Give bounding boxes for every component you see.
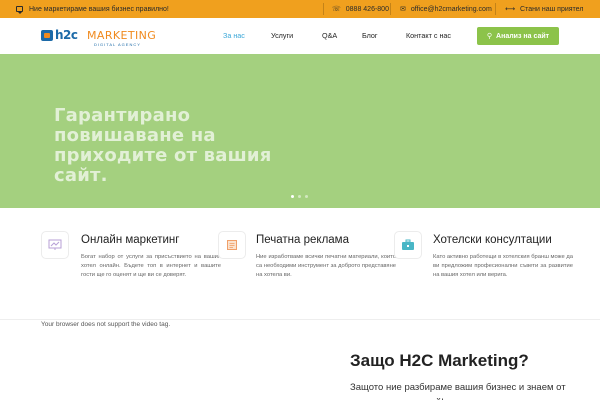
slider-dot[interactable]: [305, 195, 308, 198]
email-contact[interactable]: ✉ office@h2cmarketing.com: [400, 0, 492, 18]
logo-word: MARKETING: [87, 29, 157, 42]
site-analysis-button[interactable]: ⚲ Анализ на сайт: [477, 27, 559, 45]
slider-dots: [291, 195, 308, 198]
hero-slider: Гарантирано повишаване на приходите от в…: [0, 54, 600, 208]
site-header: h2c MARKETING DIGITAL AGENCY За нас Услу…: [0, 18, 600, 54]
slider-dot[interactable]: [291, 195, 294, 198]
phone-icon: ☏: [332, 5, 341, 13]
chart-presentation-icon: [41, 231, 69, 259]
topbar-divider: [390, 3, 391, 15]
service-text: Ние изработваме всички печатни материали…: [256, 254, 396, 278]
service-text: Като активно работещи в хотелския бранш …: [433, 254, 573, 278]
envelope-icon: ✉: [400, 5, 406, 13]
printed-page-icon: [218, 231, 246, 259]
nav-item-about[interactable]: За нас: [223, 31, 245, 40]
slider-dot[interactable]: [298, 195, 301, 198]
topbar-divider: [495, 3, 496, 15]
service-title: Хотелски консултации: [433, 234, 552, 246]
service-text: Богат набор от услуги за присъствието на…: [81, 254, 221, 278]
tagline: Ние маркетираме вашия бизнес правилно!: [16, 0, 169, 18]
service-title: Онлайн маркетинг: [81, 234, 180, 246]
email-text: office@h2cmarketing.com: [410, 5, 492, 13]
why-us-heading: Защо H2C Marketing?: [350, 351, 529, 370]
logo-mark-icon: [41, 30, 53, 41]
why-us-text: Защото ние разбираме вашия бизнес и знае…: [350, 382, 566, 400]
top-bar: Ние маркетираме вашия бизнес правилно! ☏…: [0, 0, 600, 18]
section-divider: [0, 319, 600, 320]
partner-link[interactable]: ⟷ Стани наш приятел: [505, 0, 583, 18]
nav-item-services[interactable]: Услуги: [271, 31, 293, 40]
chat-bubble-icon: [16, 6, 23, 14]
logo-brand: h2c: [55, 28, 78, 42]
phone-text: 0888 426-800: [345, 5, 389, 13]
nav-item-qa[interactable]: Q&A: [322, 31, 337, 40]
video-fallback-text: Your browser does not support the video …: [41, 321, 171, 328]
tagline-text: Ние маркетираме вашия бизнес правилно!: [29, 5, 169, 13]
search-icon: ⚲: [486, 33, 493, 40]
share-icon: ⟷: [505, 5, 516, 13]
topbar-divider: [323, 3, 324, 15]
phone-contact[interactable]: ☏ 0888 426-800: [332, 0, 389, 18]
partner-text: Стани наш приятел: [520, 5, 584, 13]
nav-item-contact[interactable]: Контакт с нас: [406, 31, 451, 40]
site-analysis-label: Анализ на сайт: [496, 32, 550, 40]
hero-title: Гарантирано повишаване на приходите от в…: [54, 105, 272, 186]
logo-subtitle: DIGITAL AGENCY: [94, 42, 141, 47]
nav-item-blog[interactable]: Блог: [362, 31, 378, 40]
suitcase-icon: [394, 231, 422, 259]
service-title: Печатна реклама: [256, 234, 349, 246]
